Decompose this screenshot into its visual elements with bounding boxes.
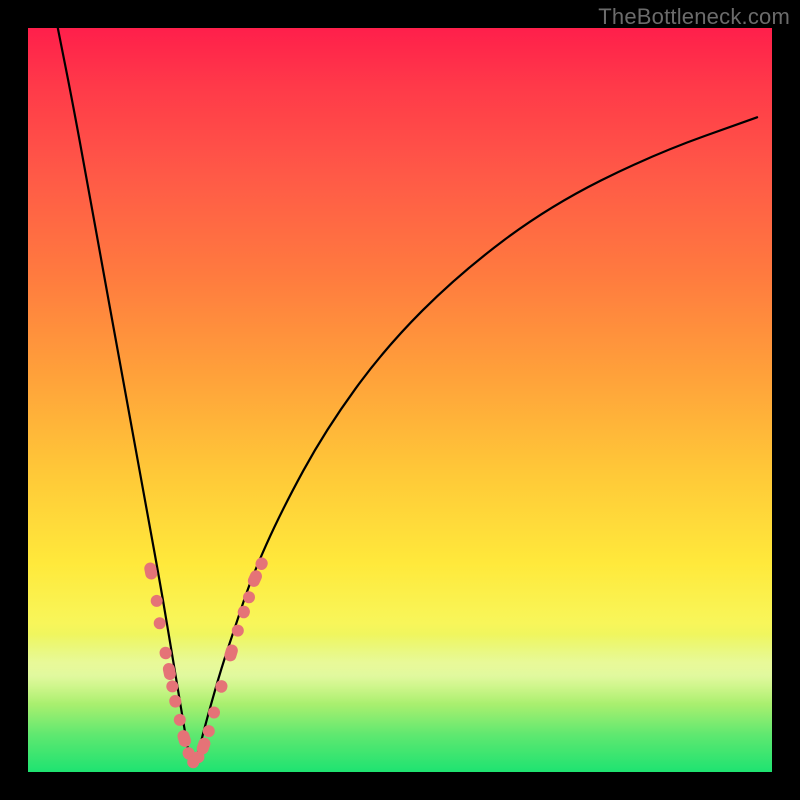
watermark-text: TheBottleneck.com xyxy=(598,4,790,30)
marker-dot xyxy=(154,617,166,629)
marker-dot xyxy=(203,725,215,737)
marker-dot xyxy=(151,595,163,607)
marker-pill xyxy=(214,679,229,694)
chart-frame: TheBottleneck.com xyxy=(0,0,800,800)
plot-area xyxy=(28,28,772,772)
marker-dot xyxy=(232,625,244,637)
marker-group xyxy=(143,555,269,768)
marker-dot xyxy=(166,680,178,692)
marker-dot xyxy=(208,707,220,719)
marker-dot xyxy=(174,714,186,726)
marker-pill xyxy=(223,643,239,663)
marker-dot xyxy=(243,591,255,603)
marker-pill xyxy=(176,729,192,749)
curve-layer xyxy=(28,28,772,772)
